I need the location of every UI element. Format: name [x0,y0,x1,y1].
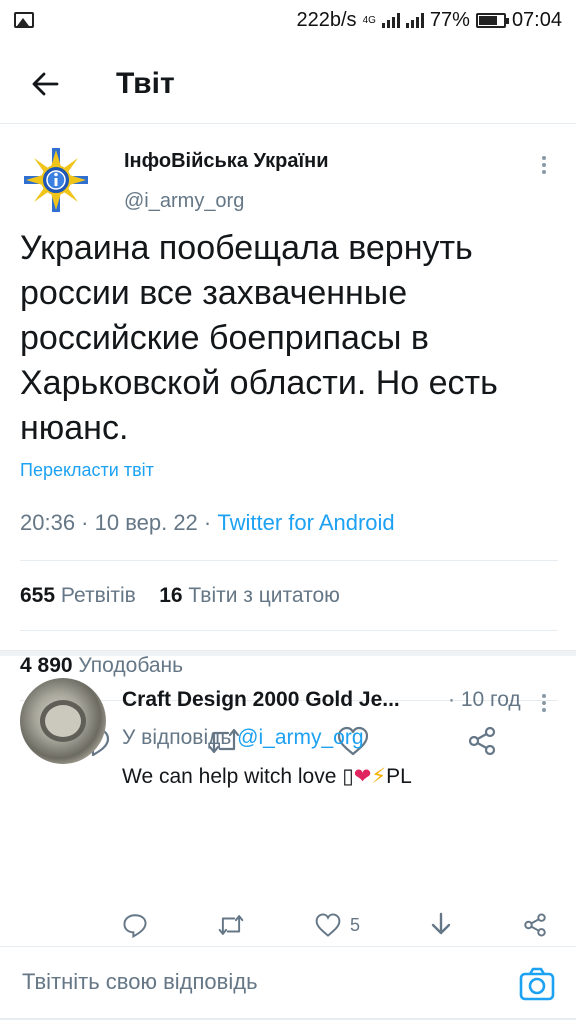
reply-likes-count: 5 [349,914,360,935]
signal-icon-secondary [405,12,424,28]
author-name: ІнфоВійська України [124,150,329,172]
reply-author-name: Craft Design 2000 Gold Je... [122,688,400,711]
reply-time: · 10 год [448,688,521,711]
quotes-label: Твіти з цитатою [188,584,340,607]
gallery-notification-icon [14,12,34,28]
reply-text: We can help witch love ▯❤⚡PL [122,764,412,789]
clock: 07:04 [511,8,562,31]
top-app-bar: Твіт [0,44,576,124]
download-arrow-icon [431,912,451,935]
tweet-text: Украина пообещала вернуть россии все зах… [20,229,498,447]
in-reply-prefix: У відповідь [122,726,238,749]
camera-button[interactable] [518,965,556,1003]
network-speed: 222b/s [296,8,357,31]
reply-share-button[interactable] [522,912,548,938]
status-bar: 222b/s 4G 77% 07:04 [0,0,576,40]
tweet-meta: 20:36 · 10 вер. 22 · Twitter for Android [20,510,395,536]
army-emblem-icon [24,148,88,212]
avatar[interactable] [20,678,106,764]
in-reply-to: У відповідь @i_army_org [122,726,364,750]
battery-icon [475,12,509,28]
author-handle: @i_army_org [124,190,245,212]
quotes-link[interactable]: 16 Твіти з цитатою [159,584,340,607]
avatar-image [40,700,86,742]
retweet-icon [218,915,244,935]
more-options-icon[interactable] [540,694,548,712]
page-title: Твіт [116,66,175,100]
retweet-stats: 655 Ретвітів 16 Твіти з цитатою [20,584,340,608]
more-options-icon[interactable] [540,156,548,174]
divider [0,1018,576,1020]
back-button[interactable] [0,44,90,124]
divider [20,630,558,631]
missing-glyph: ▯ [342,765,354,788]
retweets-label: Ретвітів [60,584,136,607]
reply-tweet[interactable]: Craft Design 2000 Gold Je... · 10 год У … [0,656,576,946]
heart-emoji: ❤ [353,765,372,788]
status-right: 222b/s 4G 77% 07:04 [297,9,563,32]
reply-text-body: We can help witch love [122,765,343,788]
reply-reply-button[interactable] [122,912,148,938]
retweets-link[interactable]: 655 Ретвітів [20,584,136,607]
translate-tweet-link[interactable]: Перекласти твіт [20,460,154,481]
reply-retweet-button[interactable] [216,912,246,938]
network-type: 4G [362,14,376,26]
retweets-count: 655 [20,584,56,607]
battery-percent: 77% [429,8,470,31]
battery-fill [478,15,498,25]
divider [20,560,558,561]
camera-icon [519,967,555,1001]
arrow-left-icon [32,72,59,95]
heart-icon [315,913,341,937]
reply-input[interactable]: Твітніть свою відповідь [22,969,258,995]
tweet-timestamp: 20:36 · 10 вер. 22 · [20,510,218,535]
reply-actions: 5 [122,912,548,946]
tweet-source-link[interactable]: Twitter for Android [217,510,394,535]
quotes-count: 16 [159,584,183,607]
share-icon [524,913,546,937]
mention-link[interactable]: @i_army_org [237,726,363,749]
reply-like-button[interactable]: 5 [314,912,360,938]
reply-compose-bar: Твітніть свою відповідь [0,946,576,1024]
tweet-author[interactable]: ІнфоВійська України @i_army_org [20,138,560,212]
reply-download-button[interactable] [428,912,454,938]
reply-icon [123,914,147,938]
reply-text-end: PL [386,765,412,788]
lightning-emoji: ⚡ [371,765,387,788]
signal-icon [381,12,400,28]
